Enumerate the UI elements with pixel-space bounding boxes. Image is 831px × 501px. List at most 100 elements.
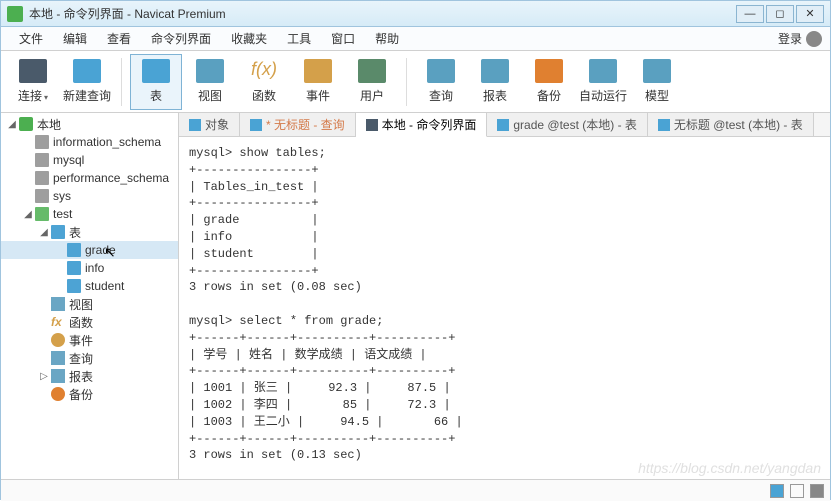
login-link[interactable]: 登录 [778, 30, 822, 47]
tree-db-performance_schema[interactable]: performance_schema [1, 169, 178, 187]
menu-window[interactable]: 窗口 [321, 30, 365, 47]
tab-label: 无标题 @test (本地) - 表 [674, 116, 803, 133]
tab-untitled-tab[interactable]: 无标题 @test (本地) - 表 [648, 113, 814, 136]
twist-icon[interactable]: ▷ [37, 371, 51, 382]
fx-icon: fx [51, 315, 65, 329]
toolbar-backup[interactable]: 备份 [523, 54, 575, 110]
tab-label: grade @test (本地) - 表 [513, 116, 637, 133]
window-buttons: — ◻ ✕ [736, 5, 824, 23]
tree-views[interactable]: 视图 [1, 295, 178, 313]
database-icon [35, 207, 49, 221]
twist-icon[interactable]: ◢ [5, 119, 19, 130]
tree-queries[interactable]: 查询 [1, 349, 178, 367]
tree-reports[interactable]: ▷报表 [1, 367, 178, 385]
queries-icon [51, 351, 65, 365]
toolbar-view[interactable]: 视图 [184, 54, 236, 110]
connection-icon [19, 117, 33, 131]
tab-untitled-query[interactable]: * 无标题 - 查询 [240, 113, 356, 136]
tree-functions[interactable]: fx 函数 [1, 313, 178, 331]
twist-icon[interactable]: ◢ [21, 209, 35, 220]
sidebar[interactable]: ◢本地information_schemamysql performance_sc… [1, 113, 179, 479]
model-icon [643, 59, 671, 83]
tree-connection[interactable]: ◢本地 [1, 115, 178, 133]
status-icon-2[interactable] [790, 484, 804, 498]
content-area: 对象 * 无标题 - 查询 本地 - 命令列界面 grade @test (本地) -… [179, 113, 830, 479]
tree-table-info[interactable]: info [1, 259, 178, 277]
newquery-label: 新建查询 [63, 87, 111, 104]
table-icon [67, 261, 81, 275]
views-icon [51, 297, 65, 311]
toolbar-query[interactable]: 查询 [415, 54, 467, 110]
tab-label: 对象 [205, 116, 229, 133]
toolbar-user[interactable]: 用户 [346, 54, 398, 110]
function-label: 函数 [252, 87, 276, 104]
event-icon [51, 333, 65, 347]
tree-label: student [85, 279, 124, 293]
database-icon [35, 171, 49, 185]
tree-label: 备份 [69, 386, 93, 403]
autorun-icon [589, 59, 617, 83]
toolbar-newquery[interactable]: 新建查询 [61, 54, 113, 110]
menu-help[interactable]: 帮助 [365, 30, 409, 47]
report-label: 报表 [483, 87, 507, 104]
toolbar-table[interactable]: 表 [130, 54, 182, 110]
table-label: 表 [150, 87, 162, 104]
tree-label: 表 [69, 224, 81, 241]
tree-backups[interactable]: 备份 [1, 385, 178, 403]
autorun-label: 自动运行 [579, 87, 627, 104]
close-button[interactable]: ✕ [796, 5, 824, 23]
toolbar-report[interactable]: 报表 [469, 54, 521, 110]
min-button[interactable]: — [736, 5, 764, 23]
tab-grade-tab[interactable]: grade @test (本地) - 表 [487, 113, 648, 136]
tree-label: 查询 [69, 350, 93, 367]
view-label: 视图 [198, 87, 222, 104]
status-icon-1[interactable] [770, 484, 784, 498]
terminal-output[interactable]: mysql> show tables; +----------------+ |… [179, 137, 830, 479]
user-icon [358, 59, 386, 83]
table-group-icon [51, 225, 65, 239]
tree-label: info [85, 261, 104, 275]
tree-db-sys[interactable]: sys [1, 187, 178, 205]
menu-cli[interactable]: 命令列界面 [141, 30, 221, 47]
toolbar-connect[interactable]: 连接▾ [7, 54, 59, 110]
function-icon: f(x) [250, 59, 278, 83]
menu-fav[interactable]: 收藏夹 [221, 30, 277, 47]
titlebar: 本地 - 命令列界面 - Navicat Premium — ◻ ✕ [1, 1, 830, 27]
tree-db-test[interactable]: ◢test [1, 205, 178, 223]
twist-icon[interactable]: ◢ [37, 227, 51, 238]
tab-label: 本地 - 命令列界面 [382, 116, 477, 133]
max-button[interactable]: ◻ [766, 5, 794, 23]
tree-label: 函数 [69, 314, 93, 331]
menu-edit[interactable]: 编辑 [53, 30, 97, 47]
backup-label: 备份 [537, 87, 561, 104]
tree-db-mysql[interactable]: mysql [1, 151, 178, 169]
event-icon [304, 59, 332, 83]
app-icon [7, 6, 23, 22]
tree-db-information_schema[interactable]: information_schema [1, 133, 178, 151]
event-label: 事件 [306, 87, 330, 104]
query-label: 查询 [429, 87, 453, 104]
tree-label: mysql [53, 153, 84, 167]
toolbar-function[interactable]: f(x) 函数 [238, 54, 290, 110]
tree-tables[interactable]: ◢表 [1, 223, 178, 241]
status-icon-3[interactable] [810, 484, 824, 498]
report-icon [481, 59, 509, 83]
toolbar-autorun[interactable]: 自动运行 [577, 54, 629, 110]
newquery-icon [73, 59, 101, 83]
tree-table-student[interactable]: student [1, 277, 178, 295]
toolbar-event[interactable]: 事件 [292, 54, 344, 110]
database-icon [35, 135, 49, 149]
query-icon [427, 59, 455, 83]
menu-view[interactable]: 查看 [97, 30, 141, 47]
backup-icon [51, 387, 65, 401]
toolbar: 连接▾新建查询 表 视图 f(x) 函数 事件用户查询 报表 备份 自动运行模型 [1, 51, 830, 113]
menu-tools[interactable]: 工具 [277, 30, 321, 47]
table-icon [67, 279, 81, 293]
menu-file[interactable]: 文件 [9, 30, 53, 47]
tree-table-grade[interactable]: grade [1, 241, 178, 259]
toolbar-model[interactable]: 模型 [631, 54, 683, 110]
tab-cli[interactable]: 本地 - 命令列界面 [356, 113, 488, 137]
tree-events[interactable]: 事件 [1, 331, 178, 349]
tree-label: sys [53, 189, 71, 203]
tab-objects[interactable]: 对象 [179, 113, 240, 136]
